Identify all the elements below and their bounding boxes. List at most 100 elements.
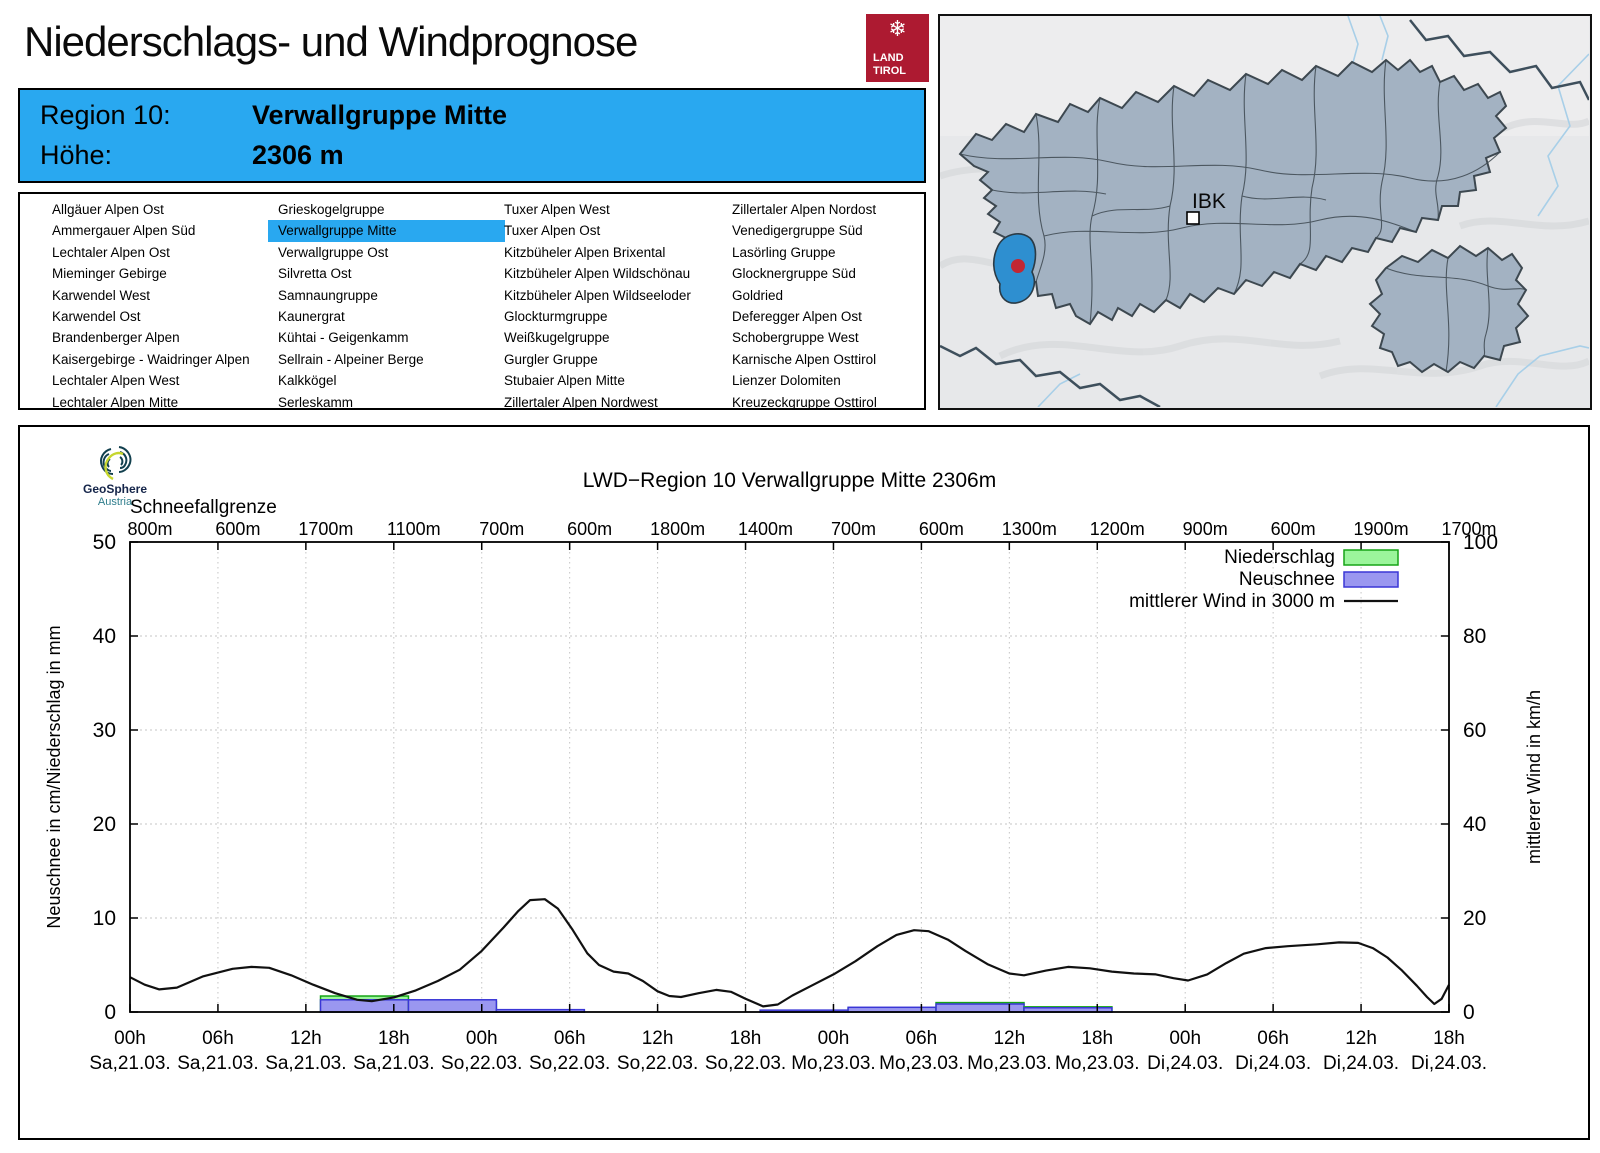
snowline-label: 1400m xyxy=(738,519,793,539)
snowline-label: 1100m xyxy=(387,519,441,539)
region-item[interactable]: Verwallgruppe Ost xyxy=(268,242,505,263)
legend-label: Niederschlag xyxy=(1224,547,1335,568)
region-item[interactable]: Samnaungruppe xyxy=(268,285,505,306)
x-tick-hour: 18h xyxy=(378,1028,410,1049)
x-tick-date: Di,24.03. xyxy=(1323,1053,1399,1074)
snowline-label: 900m xyxy=(1183,519,1228,539)
region-item[interactable]: Verwallgruppe Mitte xyxy=(268,220,505,242)
geosphere-logo: GeoSphere Austria xyxy=(60,443,170,508)
region-item[interactable]: Grieskogelgruppe xyxy=(268,199,505,220)
region-item[interactable]: Tuxer Alpen Ost xyxy=(494,220,728,241)
x-tick-date: So,22.03. xyxy=(529,1053,610,1074)
snowline-label: 1700m xyxy=(298,519,353,539)
chart-svg: LWD−Region 10 Verwallgruppe Mitte 2306m S… xyxy=(44,469,1544,1074)
region-item[interactable]: Brandenberger Alpen xyxy=(42,327,274,348)
x-tick-date: Di,24.03. xyxy=(1147,1053,1223,1074)
region-item[interactable]: Lechtaler Alpen West xyxy=(42,370,274,391)
region-item[interactable]: Allgäuer Alpen Ost xyxy=(42,199,274,220)
snowline-label: 700m xyxy=(831,519,876,539)
x-tick-date: Mo,23.03. xyxy=(1055,1053,1140,1074)
region-item[interactable]: Zillertaler Alpen Nordwest xyxy=(494,392,728,413)
geosphere-country: Austria xyxy=(97,496,133,508)
x-tick-hour: 18h xyxy=(730,1028,762,1049)
y-tick-left: 20 xyxy=(93,813,116,836)
region-item[interactable]: Weißkugelgruppe xyxy=(494,327,728,348)
y-tick-right: 100 xyxy=(1463,531,1498,554)
bar-neuschnee xyxy=(407,999,498,1013)
x-tick-hour: 12h xyxy=(993,1028,1025,1049)
region-item[interactable]: Mieminger Gebirge xyxy=(42,263,274,284)
legend-label: Neuschnee xyxy=(1239,569,1335,590)
region-item[interactable]: Silvretta Ost xyxy=(268,263,505,284)
region-item[interactable]: Stubaier Alpen Mitte xyxy=(494,370,728,391)
y-tick-left: 50 xyxy=(93,531,116,554)
region-column-4: Zillertaler Alpen Nordost Venedigergruppe… xyxy=(732,199,922,413)
snowline-label: 600m xyxy=(567,519,612,539)
snowflake-icon: ❄ xyxy=(888,16,907,41)
plot-border xyxy=(129,541,1450,1013)
y-tick-left: 40 xyxy=(93,625,116,648)
wind-line xyxy=(129,898,1450,1008)
region-item[interactable]: Lasörling Gruppe xyxy=(722,242,922,263)
region-column-2: Grieskogelgruppe Verwallgruppe Mitte Verwa… xyxy=(268,199,505,413)
logo-text-tirol: TIROL xyxy=(873,65,906,77)
region-item[interactable]: Lechtaler Alpen Ost xyxy=(42,242,274,263)
x-tick-date: Sa,21.03. xyxy=(89,1053,170,1074)
region-item[interactable]: Venedigergruppe Süd xyxy=(722,220,922,241)
x-tick-date: Sa,21.03. xyxy=(353,1053,434,1074)
region-item[interactable]: Karwendel West xyxy=(42,285,274,306)
region-item[interactable]: Deferegger Alpen Ost xyxy=(722,306,922,327)
x-tick-date: So,22.03. xyxy=(705,1053,786,1074)
snowline-label: 1800m xyxy=(650,519,705,539)
region-item[interactable]: Schobergruppe West xyxy=(722,327,922,348)
y-axis-title-right: mittlerer Wind in km/h xyxy=(1524,690,1544,864)
region-item[interactable]: Kitzbüheler Alpen Brixental xyxy=(494,242,728,263)
altitude-label: Höhe: xyxy=(40,140,113,170)
region-item[interactable]: Sellrain - Alpeiner Berge xyxy=(268,349,505,370)
forecast-chart-panel: GeoSphere Austria LWD−Region 10 Verwallg… xyxy=(18,425,1590,1140)
tirol-region-map[interactable]: IBK xyxy=(938,14,1592,410)
region-item[interactable]: Kühtai - Geigenkamm xyxy=(268,327,505,348)
snowline-label: 1300m xyxy=(1002,519,1057,539)
land-tirol-logo: ❄ LAND TIROL xyxy=(866,14,929,82)
bar-neuschnee xyxy=(935,1003,1025,1013)
region-column-1: Allgäuer Alpen Ost Ammergauer Alpen Süd Le… xyxy=(52,199,274,413)
region-item[interactable]: Gurgler Gruppe xyxy=(494,349,728,370)
region-item[interactable]: Glockturmgruppe xyxy=(494,306,728,327)
x-tick-date: So,22.03. xyxy=(617,1053,698,1074)
region-item[interactable]: Karwendel Ost xyxy=(42,306,274,327)
region-info-box: Region 10: Verwallgruppe Mitte Höhe: 230… xyxy=(18,88,926,183)
y-axis-title-left: Neuschnee in cm/Niederschlag in mm xyxy=(44,625,64,928)
legend-swatch xyxy=(1343,571,1399,588)
region-item[interactable]: Ammergauer Alpen Süd xyxy=(42,220,274,241)
region-item[interactable]: Kaunergrat xyxy=(268,306,505,327)
region-item[interactable]: Karnische Alpen Osttirol xyxy=(722,349,922,370)
region-item[interactable]: Kaisergebirge - Waidringer Alpen xyxy=(42,349,274,370)
region-item[interactable]: Serleskamm xyxy=(268,392,505,413)
x-tick-date: Mo,23.03. xyxy=(791,1053,876,1074)
region-item[interactable]: Lechtaler Alpen Mitte xyxy=(42,392,274,413)
x-tick-date: Mo,23.03. xyxy=(879,1053,964,1074)
region-item[interactable]: Kalkkögel xyxy=(268,370,505,391)
y-tick-right: 40 xyxy=(1463,813,1486,836)
x-tick-hour: 06h xyxy=(554,1028,586,1049)
x-tick-hour: 06h xyxy=(202,1028,234,1049)
map-svg[interactable]: IBK xyxy=(938,15,1591,409)
x-tick-hour: 06h xyxy=(906,1028,938,1049)
region-column-3: Tuxer Alpen West Tuxer Alpen Ost Kitzbühel… xyxy=(504,199,728,413)
y-tick-left: 10 xyxy=(93,907,116,930)
region-item[interactable]: Kitzbüheler Alpen Wildseeloder xyxy=(494,285,728,306)
snowline-label: 600m xyxy=(215,519,260,539)
region-item[interactable]: Tuxer Alpen West xyxy=(494,199,728,220)
region-item[interactable]: Kitzbüheler Alpen Wildschönau xyxy=(494,263,728,284)
region-item[interactable]: Goldried xyxy=(722,285,922,306)
x-tick-hour: 18h xyxy=(1081,1028,1113,1049)
region-list: Allgäuer Alpen Ost Ammergauer Alpen Süd Le… xyxy=(18,192,926,410)
region-item[interactable]: Zillertaler Alpen Nordost xyxy=(722,199,922,220)
x-tick-date: Sa,21.03. xyxy=(177,1053,258,1074)
region-item[interactable]: Lienzer Dolomiten xyxy=(722,370,922,391)
x-tick-date: So,22.03. xyxy=(441,1053,522,1074)
snowline-label: 1900m xyxy=(1354,519,1409,539)
region-item[interactable]: Glocknergruppe Süd xyxy=(722,263,922,284)
region-item[interactable]: Kreuzeckgruppe Osttirol xyxy=(722,392,922,413)
